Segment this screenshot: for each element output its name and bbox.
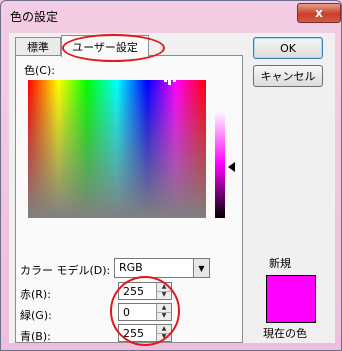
color-spectrum[interactable]	[28, 80, 206, 218]
tab-standard-label: 標準	[27, 41, 49, 54]
color-crosshair[interactable]	[164, 79, 178, 85]
color-label: 色(C):	[24, 64, 55, 77]
luminance-arrow-icon[interactable]	[228, 162, 235, 172]
ok-button[interactable]: OK	[253, 37, 323, 59]
color-model-select[interactable]: RGB ▼	[114, 258, 210, 278]
chevron-down-icon[interactable]: ▼	[193, 259, 209, 277]
custom-tab-panel: 色(C): カラー モデル(D): RGB ▼ 赤(R): 255 ▲ ▼ 緑(…	[15, 55, 243, 346]
new-color-label: 新規	[269, 257, 291, 270]
highlight-circle-tab	[62, 34, 165, 62]
current-color-label: 現在の色	[263, 327, 307, 340]
color-model-value: RGB	[119, 261, 143, 274]
green-label: 緑(G):	[20, 309, 52, 322]
close-button[interactable]: x	[297, 3, 341, 23]
cancel-button-label: キャンセル	[260, 70, 316, 83]
color-dialog-window: 色の設定 x 標準 ユーザー設定 色(C): カラー モデル(D): RGB ▼…	[0, 0, 342, 351]
tab-standard[interactable]: 標準	[15, 37, 61, 56]
cancel-button[interactable]: キャンセル	[253, 65, 323, 87]
luminance-slider[interactable]	[215, 110, 225, 218]
color-preview-swatch	[266, 275, 316, 323]
dialog-client-area: 標準 ユーザー設定 色(C): カラー モデル(D): RGB ▼ 赤(R):	[9, 33, 335, 346]
ok-button-label: OK	[280, 41, 296, 55]
red-label: 赤(R):	[20, 288, 51, 301]
window-title: 色の設定	[10, 10, 59, 24]
color-model-label: カラー モデル(D):	[20, 264, 111, 277]
blue-label: 青(B):	[20, 330, 51, 343]
close-icon: x	[315, 6, 323, 20]
highlight-circle-values	[110, 276, 180, 346]
